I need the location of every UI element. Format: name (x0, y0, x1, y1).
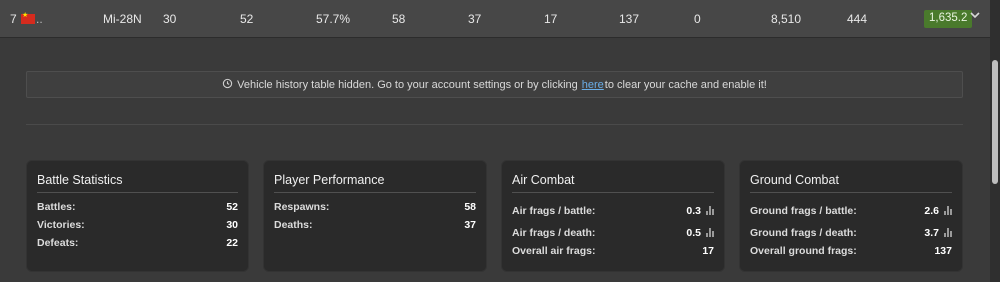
stat-value: 0.3 (686, 205, 701, 217)
stat-label: Ground frags / battle: (750, 205, 857, 217)
row-battles: 52 (240, 12, 254, 26)
card-divider (37, 192, 238, 193)
row-air-frags: 17 (544, 12, 558, 26)
bar-chart-icon[interactable] (706, 228, 714, 237)
card-title: Player Performance (274, 173, 385, 187)
notice-text-after: to clear your cache and enable it! (604, 78, 767, 91)
notice-text-before: Vehicle history table hidden. Go to your… (237, 78, 578, 91)
card-title: Ground Combat (750, 173, 839, 187)
stat-value: 22 (226, 237, 238, 249)
row-victories: 30 (163, 12, 177, 26)
row-win-rate: 57.7% (316, 12, 351, 26)
row-naval-frags: 0 (694, 12, 701, 26)
stat-value: 52 (226, 201, 238, 213)
row-deaths: 37 (468, 12, 482, 26)
chevron-down-icon[interactable] (969, 9, 983, 25)
ground-combat-card: Ground Combat Ground frags / battle: 2.6… (739, 160, 963, 272)
stat-label: Ground frags / death: (750, 227, 857, 239)
card-divider (512, 192, 714, 193)
scrollbar-thumb[interactable] (992, 60, 998, 184)
battle-statistics-card: Battle Statistics Battles: 52 Victories:… (26, 160, 249, 272)
stat-value: 37 (464, 219, 476, 231)
bar-chart-icon[interactable] (706, 206, 714, 215)
stat-value: 3.7 (924, 227, 939, 239)
stat-value: 30 (226, 219, 238, 231)
player-performance-card: Player Performance Respawns: 58 Deaths: … (263, 160, 487, 272)
air-combat-card: Air Combat Air frags / battle: 0.3 Air f… (501, 160, 725, 272)
row-score: 8,510 (771, 12, 802, 26)
row-value: 444 (847, 12, 868, 26)
stat-value: 17 (702, 245, 714, 257)
stat-label: Battles: (37, 201, 76, 213)
stat-value: 0.5 (686, 227, 701, 239)
stat-value: 2.6 (924, 205, 939, 217)
row-respawns: 58 (392, 12, 406, 26)
stat-label: Respawns: (274, 201, 330, 213)
stat-label: Air frags / death: (512, 227, 596, 239)
stat-label: Overall ground frags: (750, 245, 857, 257)
card-title: Battle Statistics (37, 173, 123, 187)
bar-chart-icon[interactable] (944, 228, 952, 237)
card-divider (274, 192, 476, 193)
stat-label: Victories: (37, 219, 85, 231)
rating-badge: 1,635.2 (924, 10, 973, 28)
card-divider (750, 192, 952, 193)
section-divider (26, 124, 963, 125)
vertical-scrollbar[interactable] (990, 0, 1000, 282)
enable-history-link[interactable]: here (582, 79, 604, 91)
history-icon (222, 78, 233, 92)
vehicle-row[interactable]: 7 .. Mi-28N 30 52 57.7% 58 37 17 137 0 8… (0, 0, 990, 38)
stat-label: Air frags / battle: (512, 205, 596, 217)
history-hidden-notice: Vehicle history table hidden. Go to your… (26, 71, 963, 98)
vehicle-name: Mi-28N (103, 12, 142, 26)
stat-value: 58 (464, 201, 476, 213)
bar-chart-icon[interactable] (944, 206, 952, 215)
stat-label: Overall air frags: (512, 245, 596, 257)
stat-label: Deaths: (274, 219, 313, 231)
flag-overflow: .. (36, 12, 43, 26)
vehicle-rank: 7 (10, 12, 17, 26)
row-ground-frags: 137 (619, 12, 640, 26)
stat-label: Defeats: (37, 237, 79, 249)
china-flag-icon (21, 11, 35, 24)
stat-value: 137 (934, 245, 952, 257)
card-title: Air Combat (512, 173, 575, 187)
